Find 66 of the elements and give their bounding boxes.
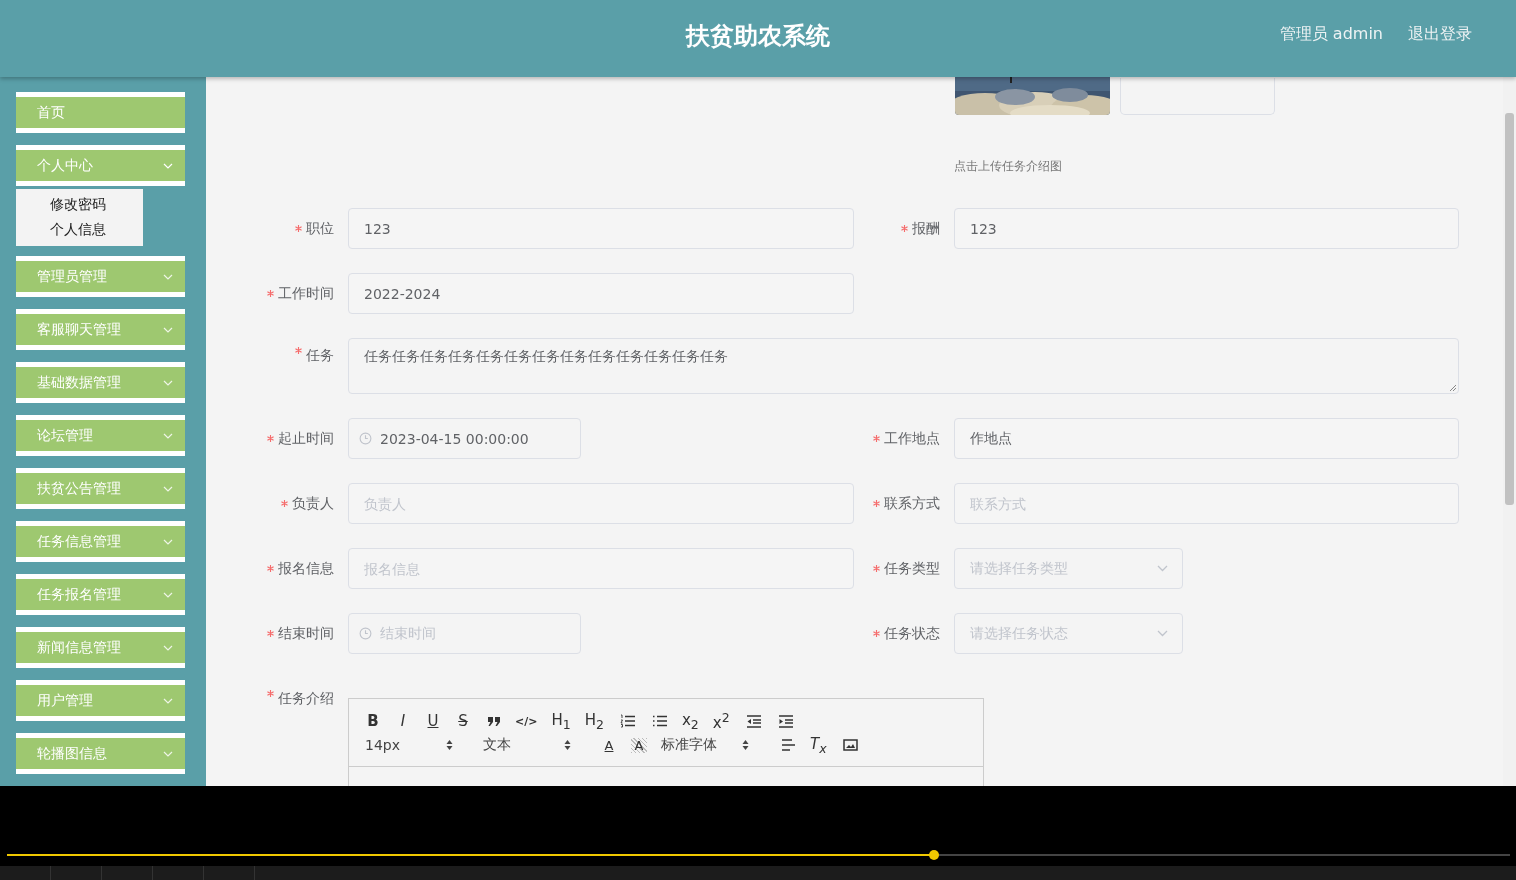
updown-arrows-icon [742, 739, 749, 751]
text-field[interactable]: 2022-2024 [348, 273, 854, 314]
format-button[interactable]: A [601, 737, 617, 753]
chevron-icon [163, 273, 173, 280]
format-button[interactable]: x$^{2}$ [712, 710, 730, 732]
resize-handle-icon[interactable] [1448, 383, 1457, 392]
text-field[interactable]: 123 [348, 208, 854, 249]
submenu-item[interactable]: 个人信息 [16, 220, 143, 239]
field-label: 报酬 [901, 208, 954, 249]
field-label: 报名信息 [267, 548, 348, 589]
chevron-icon [163, 162, 173, 169]
app-title: 扶贫助农系统 [686, 20, 830, 52]
outdent-icon[interactable] [745, 714, 762, 728]
chevron-icon [163, 432, 173, 439]
field-label: 工作时间 [267, 273, 348, 314]
field-label: 联系方式 [873, 483, 954, 524]
format-button[interactable]: </> [515, 714, 538, 728]
upload-hint: 点击上传任务介绍图 [954, 159, 1062, 173]
format-button[interactable]: S [455, 712, 471, 730]
chevron-icon [1157, 630, 1168, 637]
field-label: 职位 [295, 208, 348, 249]
field-label: 任务 [295, 338, 348, 394]
chevron-icon [1157, 565, 1168, 572]
field-label: 结束时间 [267, 613, 348, 654]
field-label: 任务状态 [873, 613, 954, 654]
text-field[interactable]: 123 [954, 208, 1459, 249]
chevron-icon [163, 697, 173, 704]
quote-icon[interactable] [487, 715, 501, 727]
clock-icon [359, 432, 372, 445]
format-button[interactable]: T$_{x}$ [810, 734, 827, 756]
toolbar-select[interactable]: 14px [365, 737, 453, 753]
chevron-icon [163, 326, 173, 333]
textarea-field[interactable]: 任务任务任务任务任务任务任务任务任务任务任务任务任务 [348, 338, 1459, 394]
format-button[interactable]: U [425, 712, 441, 730]
submenu-item[interactable]: 修改密码 [16, 196, 143, 215]
format-button[interactable]: A [631, 737, 647, 753]
chevron-icon [163, 591, 173, 598]
format-button[interactable]: B [365, 712, 381, 730]
chevron-icon [163, 644, 173, 651]
text-field[interactable]: 作地点 [954, 418, 1459, 459]
align-left-icon[interactable] [781, 739, 796, 751]
field-label: 工作地点 [873, 418, 954, 459]
image-icon[interactable] [842, 739, 858, 751]
field-label: 负责人 [281, 483, 348, 524]
field-label: 任务介绍 [267, 690, 348, 786]
format-button[interactable]: H$_{2}$ [584, 710, 604, 732]
chevron-icon [163, 750, 173, 757]
seek-handle[interactable] [929, 850, 940, 860]
indent-icon[interactable] [777, 714, 794, 728]
format-button[interactable]: I [395, 712, 411, 730]
toolbar-select[interactable]: 文本 [483, 736, 571, 754]
format-button[interactable]: H$_{1}$ [551, 710, 571, 732]
user-name: 管理员 admin [1279, 24, 1383, 45]
chevron-icon [163, 379, 173, 386]
clock-icon [359, 627, 372, 640]
field-label: 起止时间 [267, 418, 348, 459]
numbered-list-icon[interactable] [619, 714, 636, 728]
chevron-icon [163, 538, 173, 545]
field-label: 任务类型 [873, 548, 954, 589]
updown-arrows-icon [564, 739, 571, 751]
updown-arrows-icon [446, 739, 453, 751]
bullet-list-icon[interactable] [651, 714, 668, 728]
format-button[interactable]: x$_{2}$ [681, 710, 699, 732]
date-field[interactable]: 2023-04-15 00:00:00 [348, 418, 581, 459]
chevron-icon [163, 485, 173, 492]
toolbar-select[interactable]: 标准字体 [661, 736, 749, 754]
